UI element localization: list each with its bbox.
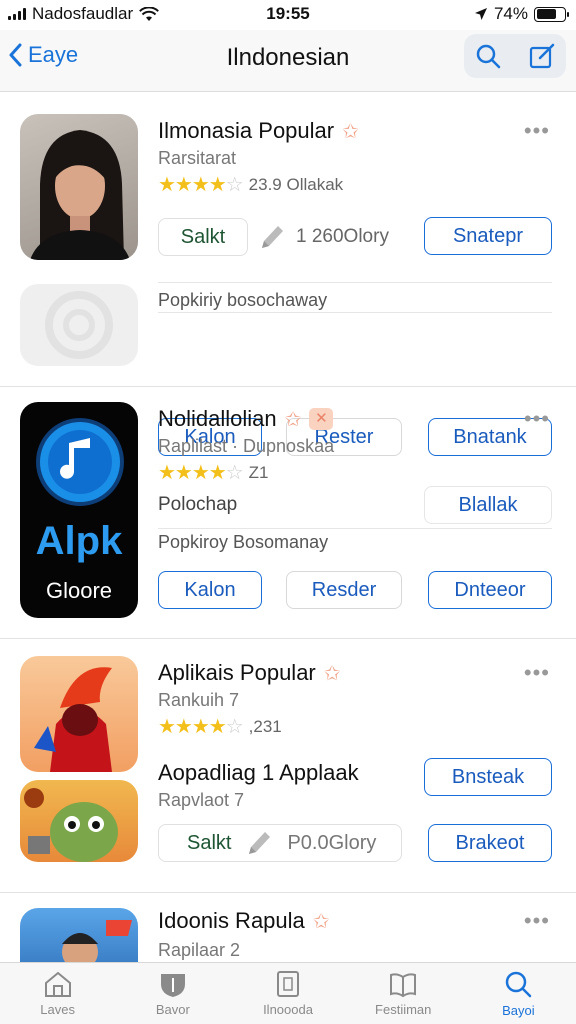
shield-icon [160, 974, 185, 997]
app-icon-placeholder [20, 284, 138, 366]
divider [158, 528, 552, 529]
tab-bar: Laves Bavor Ilnoooda Festiiman Bayoi [0, 962, 576, 1024]
app-subtitle: Popkiriy bosochaway [158, 290, 328, 310]
search-icon [476, 44, 501, 69]
rating-text: ,231 [248, 716, 282, 736]
download-count: P0.0Glory [287, 831, 377, 854]
dnteeor-button[interactable]: Dnteeor [428, 571, 552, 609]
rating: ★★★★☆ 23.9 Ollakak [158, 172, 343, 197]
tab-festiiman[interactable]: Festiiman [346, 963, 461, 1024]
pencil-icon [249, 832, 271, 854]
divider [158, 282, 552, 283]
app-subtitle: Rankuih 7 [158, 690, 240, 710]
app-icon-portrait [20, 114, 138, 260]
navigation-bar: Eaye Ilndonesian [0, 30, 576, 92]
search-icon [506, 971, 532, 998]
favorite-star-icon[interactable]: ✩ [313, 909, 330, 934]
app-subtitle: Rarsitarat [158, 148, 237, 168]
app-title-secondary: Aopadliag 1 Applaak [158, 760, 359, 785]
blallak-button[interactable]: Blallak [424, 486, 552, 524]
app-title: Idoonis Rapula [158, 908, 305, 933]
app-icon-game-character [20, 656, 138, 772]
status-bar: Nadosfaudlar 19:55 74% [0, 0, 576, 30]
more-options-button[interactable]: ••• [524, 118, 550, 144]
info-line: Popkiroy Bosomanay [158, 532, 329, 552]
rating: ★★★★☆ ,231 [158, 714, 282, 739]
section-divider [0, 638, 576, 639]
bnsteak-button[interactable]: Bnsteak [424, 758, 552, 796]
tab-ilnoooda[interactable]: Ilnoooda [230, 963, 345, 1024]
favorite-star-icon[interactable]: ✩ [285, 407, 302, 432]
rating-text: 23.9 Ollakak [248, 174, 344, 194]
app-icon-music: Alpk Gloore [20, 402, 138, 618]
app-title: Ilmonasia Popular [158, 118, 335, 143]
search-button[interactable] [472, 40, 504, 72]
app-list: Ilmonasia Popular ✩ ••• Rarsitarat ★★★★☆… [0, 92, 576, 962]
app-icon-person [20, 908, 138, 962]
more-options-button[interactable]: ••• [524, 660, 550, 686]
battery-icon [534, 6, 569, 22]
rating-stars-icon: ★★★★☆ [158, 716, 244, 738]
icon-brand-subtext: Gloore [46, 578, 112, 603]
book-icon [277, 971, 299, 997]
section-divider [0, 892, 576, 893]
tab-laves[interactable]: Laves [0, 963, 115, 1024]
rating-text: Z1 [248, 462, 269, 482]
app-icon-monster-game [20, 780, 138, 862]
divider [158, 312, 552, 313]
download-count: 1 260Olory [296, 226, 389, 247]
icon-brand-text: Alpk [36, 519, 123, 563]
rating-stars-icon: ★★★★☆ [158, 174, 244, 196]
kalon-button[interactable]: Kalon [158, 571, 262, 609]
open-book-icon [390, 973, 417, 998]
tab-bavor[interactable]: Bavor [115, 963, 230, 1024]
salkt-button[interactable]: Salkt [158, 218, 248, 256]
favorite-star-icon[interactable]: ✩ [324, 661, 341, 686]
home-icon [44, 971, 71, 997]
more-options-button[interactable]: ••• [524, 406, 550, 432]
compose-icon [529, 43, 555, 69]
salkt-download-row[interactable]: Salkt P0.0Glory [158, 824, 402, 862]
info-line: Polochap [158, 494, 238, 515]
app-subtitle: Raplilast · Dupnoskaa [158, 436, 335, 456]
resder-button[interactable]: Resder [286, 571, 402, 609]
brakeot-button[interactable]: Brakeot [428, 824, 552, 862]
tab-bayoi[interactable]: Bayoi [461, 963, 576, 1024]
battery-percent: 74% [493, 4, 528, 23]
app-subtitle-secondary: Rapvlaot 7 [158, 790, 245, 810]
location-arrow-icon [474, 8, 487, 20]
pencil-icon [262, 226, 283, 248]
compose-button[interactable] [526, 40, 558, 72]
app-title: Nolidallolian [158, 406, 277, 431]
app-title: Aplikais Popular [158, 660, 316, 685]
badge-icon: ✕ [309, 408, 334, 430]
section-divider [0, 386, 576, 387]
favorite-star-icon[interactable]: ✩ [342, 119, 359, 144]
rating-stars-icon: ★★★★☆ [158, 462, 244, 484]
rating: ★★★★☆ Z1 [158, 460, 269, 485]
nav-actions [464, 34, 566, 78]
more-options-button[interactable]: ••• [524, 908, 550, 934]
app-subtitle: Rapilaar 2 [158, 940, 241, 960]
primary-action-button[interactable]: Snatepr [424, 217, 552, 255]
